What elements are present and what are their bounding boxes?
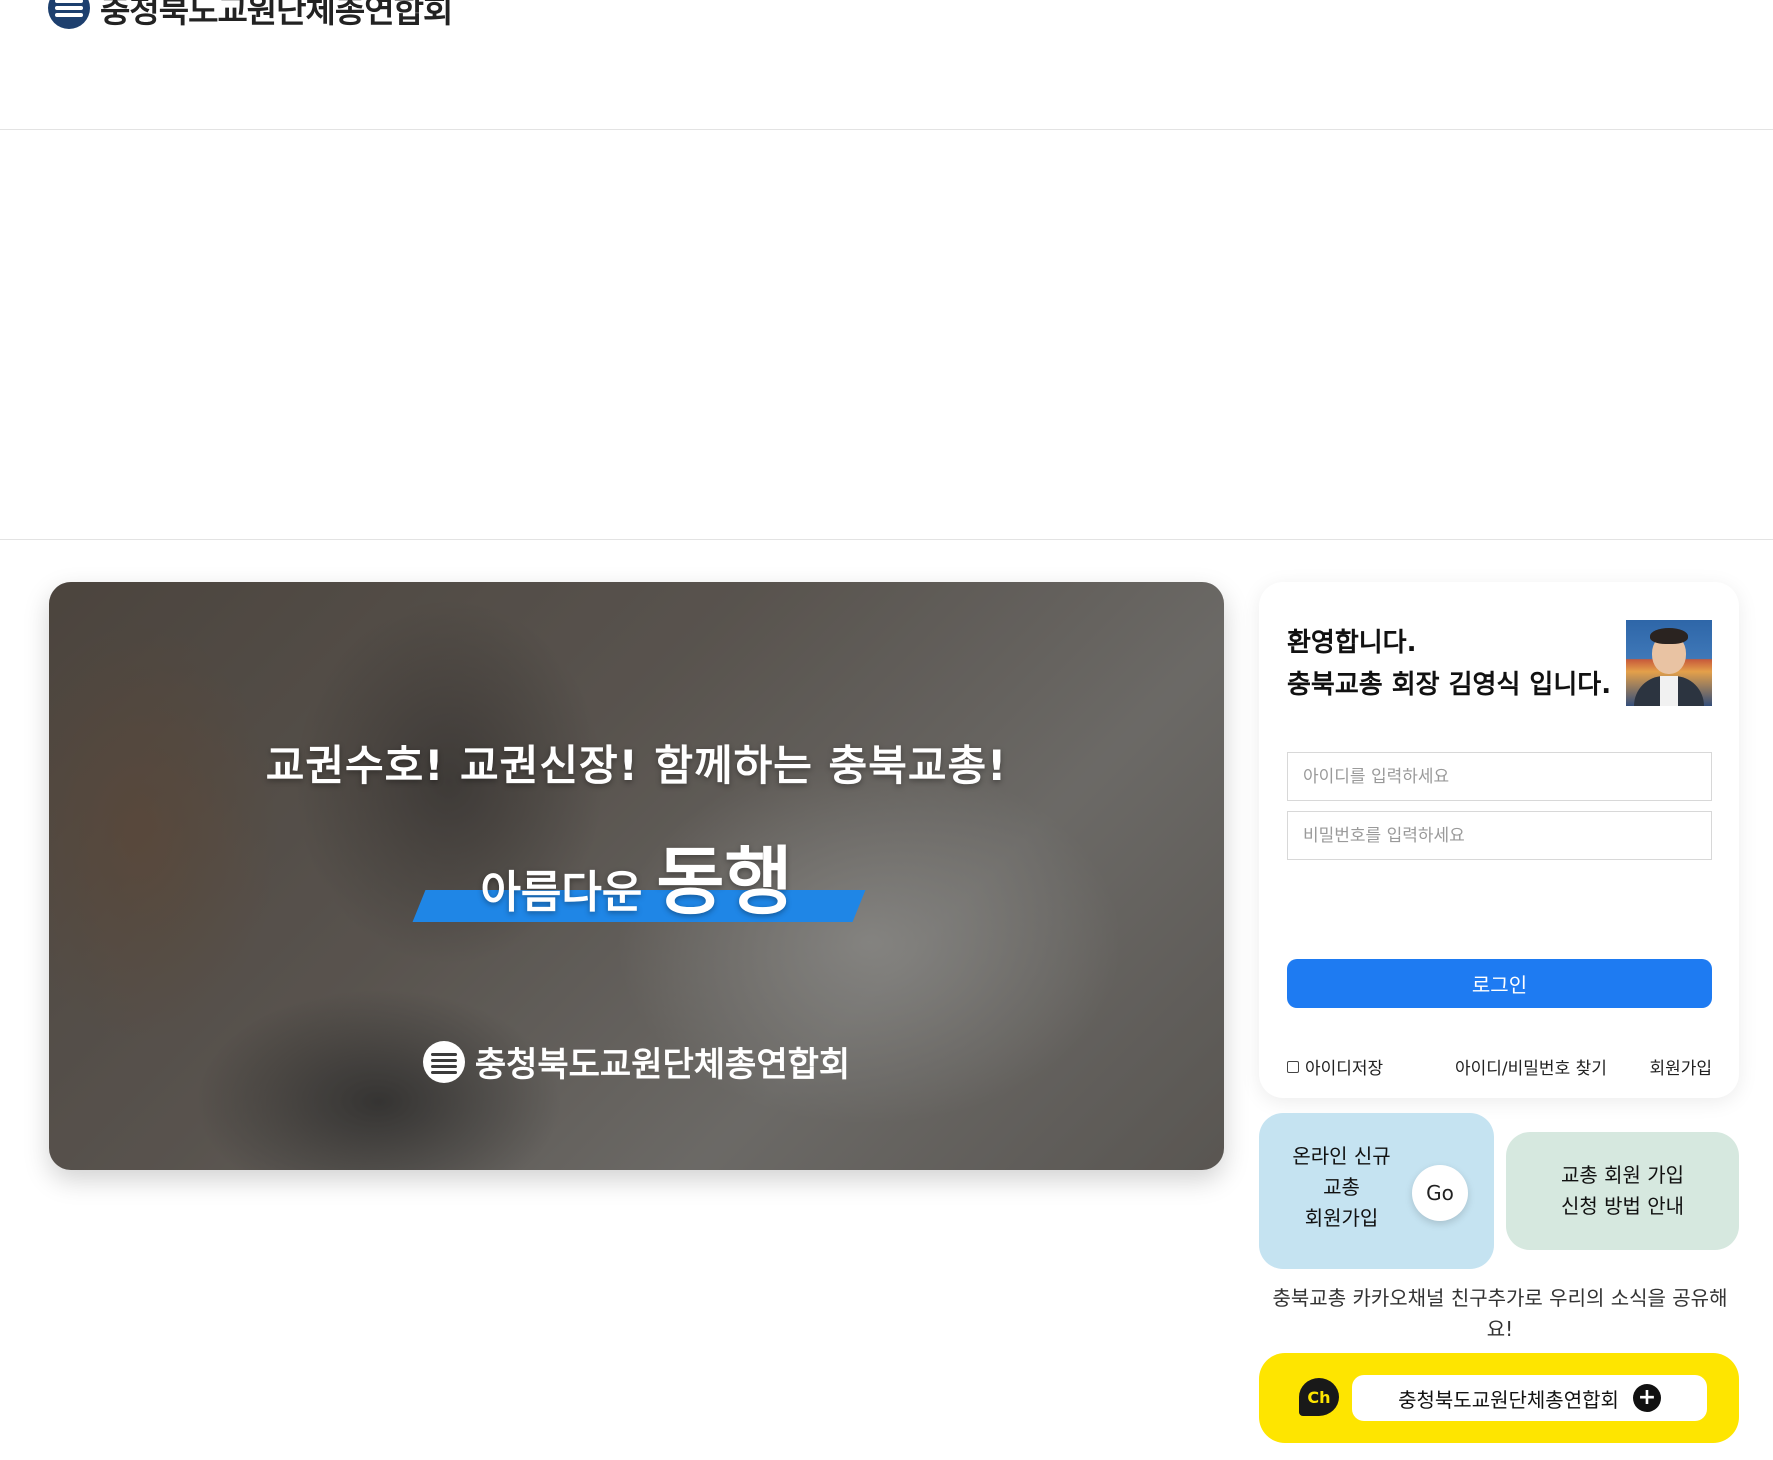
- banner-logo: 충청북도교원단체총연합회: [49, 1037, 1224, 1086]
- main-banner[interactable]: 교권수호! 교권신장! 함께하는 충북교총! 아름다운 동행 충청북도교원단체총연…: [49, 582, 1224, 1170]
- checkbox-icon[interactable]: [1287, 1060, 1299, 1073]
- signup-guide-text: 교총 회원 가입 신청 방법 안내: [1561, 1160, 1684, 1222]
- password-input[interactable]: [1287, 811, 1712, 860]
- kakao-notice: 충북교총 카카오채널 친구추가로 우리의 소식을 공유해요!: [1272, 1286, 1728, 1341]
- page: 충청북도교원단체총연합회 교권수호! 교권신장! 함께하는 충북교총! 아름다운…: [0, 0, 1773, 1460]
- welcome-line-2: 충북교총 회장 김영식 입니다.: [1287, 670, 1612, 700]
- logo-emblem-icon: [48, 0, 90, 29]
- online-signup-line-2: 교총: [1323, 1175, 1360, 1199]
- user-id-input[interactable]: [1287, 752, 1712, 801]
- kakao-channel-name: 충청북도교원단체총연합회: [1398, 1387, 1619, 1412]
- banner-logo-text: 충청북도교원단체총연합회: [474, 1045, 851, 1085]
- signup-guide-line-2: 신청 방법 안내: [1560, 1194, 1685, 1218]
- find-id-password-link[interactable]: 아이디/비밀번호 찾기: [1455, 1054, 1607, 1079]
- save-id-checkbox[interactable]: 아이디저장: [1287, 1054, 1383, 1079]
- welcome-line-1: 환영합니다.: [1287, 628, 1417, 658]
- online-signup-tile[interactable]: 온라인 신규 교총 회원가입 Go: [1259, 1113, 1494, 1269]
- banner-subtitle: 아름다운 동행: [49, 822, 1224, 929]
- logo-text: 충청북도교원단체총연합회: [100, 0, 453, 30]
- signup-link[interactable]: 회원가입: [1649, 1054, 1712, 1079]
- banner-subtitle-small: 아름다운: [480, 867, 643, 918]
- president-photo: [1626, 620, 1712, 706]
- welcome-message: 환영합니다. 충북교총 회장 김영식 입니다.: [1287, 622, 1611, 706]
- banner-slogan: 교권수호! 교권신장! 함께하는 충북교총!: [265, 741, 1008, 790]
- login-card: 환영합니다. 충북교총 회장 김영식 입니다. 로그인 아이디저장 아이디/비밀…: [1259, 582, 1739, 1098]
- empty-banner-area: [0, 130, 1773, 540]
- login-button[interactable]: 로그인: [1287, 959, 1712, 1008]
- plus-icon: +: [1632, 1384, 1661, 1412]
- banner-subtitle-big: 동행: [656, 839, 793, 925]
- online-signup-text: 온라인 신규 교총 회원가입: [1259, 1141, 1424, 1234]
- banner-emblem-icon: [422, 1040, 465, 1083]
- kakao-channel-pill[interactable]: 충청북도교원단체총연합회 +: [1352, 1375, 1707, 1421]
- site-logo[interactable]: 충청북도교원단체총연합회: [48, 0, 453, 32]
- signup-guide-line-1: 교총 회원 가입: [1560, 1163, 1685, 1187]
- go-button[interactable]: Go: [1412, 1165, 1468, 1221]
- kakao-channel-icon: Ch: [1299, 1378, 1339, 1416]
- site-header: 충청북도교원단체총연합회: [0, 0, 1773, 130]
- kakao-channel-button[interactable]: Ch 충청북도교원단체총연합회 +: [1259, 1353, 1739, 1443]
- signup-guide-tile[interactable]: 교총 회원 가입 신청 방법 안내: [1506, 1132, 1739, 1250]
- save-id-label: 아이디저장: [1305, 1059, 1384, 1079]
- online-signup-line-3: 회원가입: [1304, 1206, 1379, 1230]
- online-signup-line-1: 온라인 신규: [1292, 1144, 1391, 1168]
